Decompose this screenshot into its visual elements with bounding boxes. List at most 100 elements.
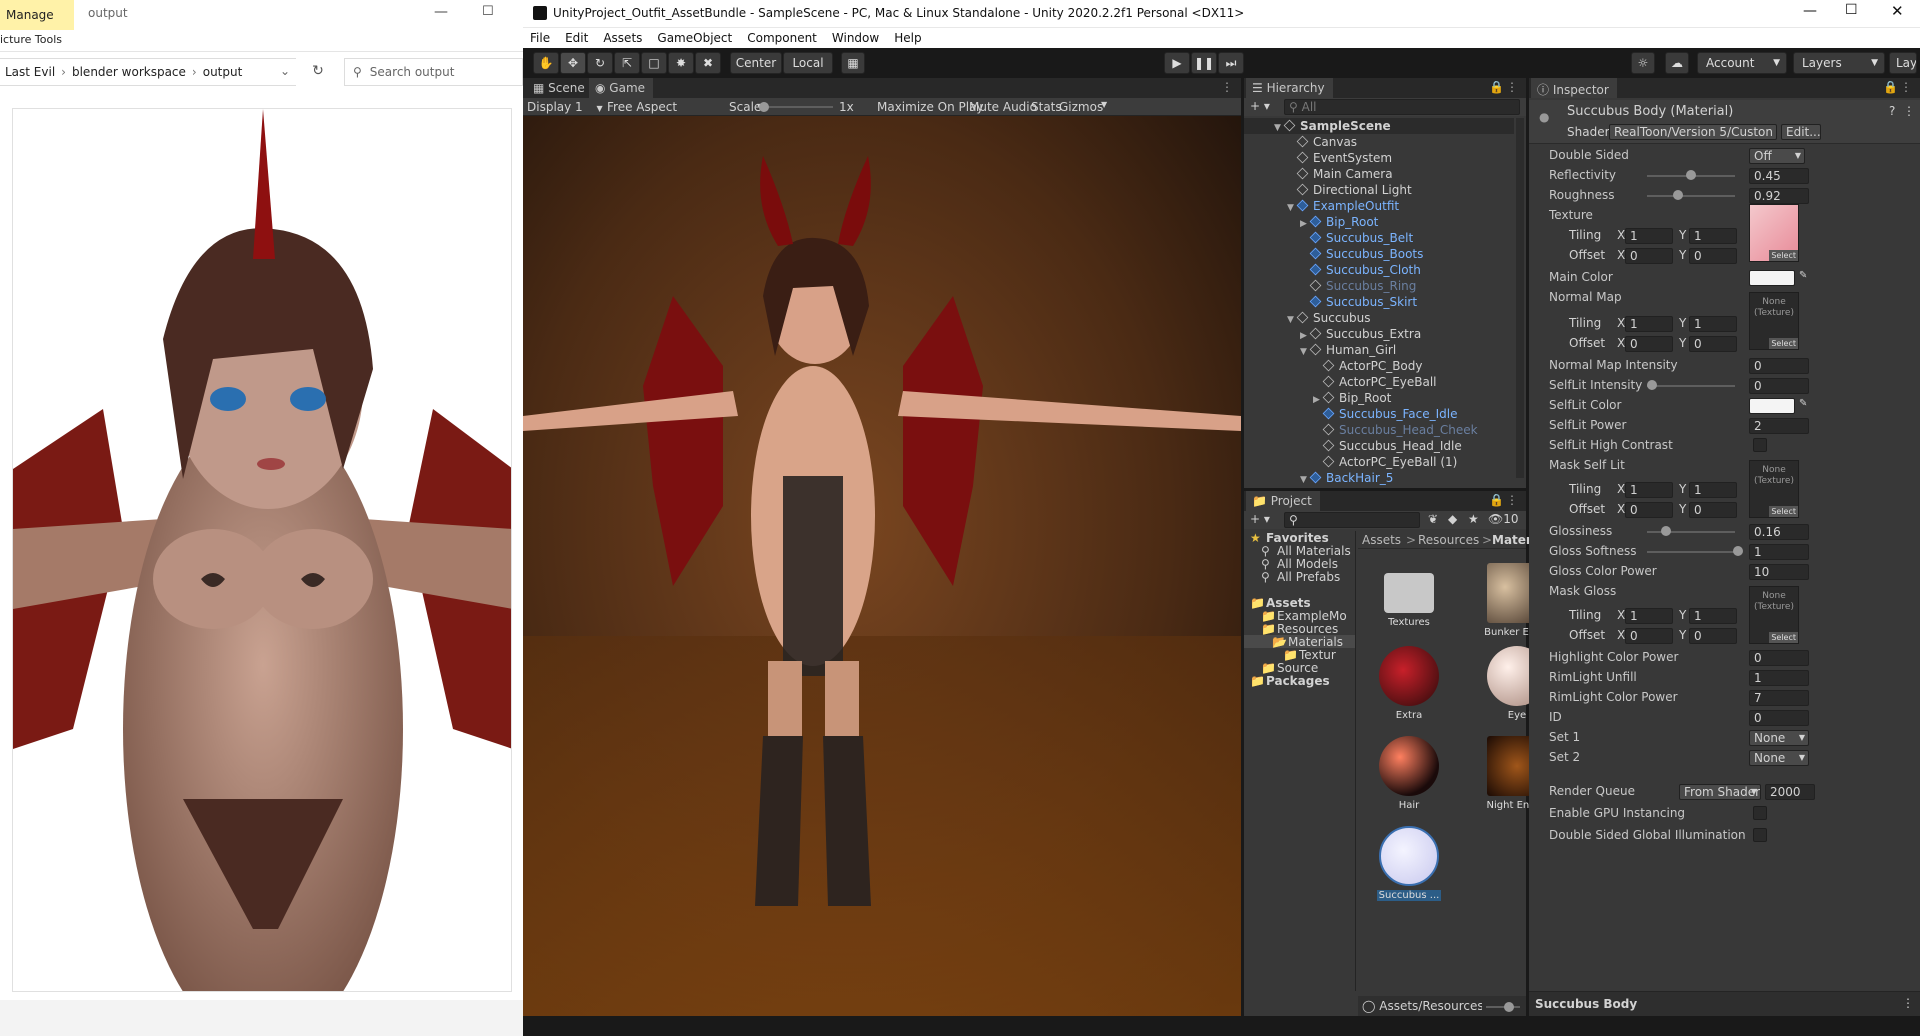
dropdown[interactable]: None ▼ [1749,730,1809,746]
hierarchy-item[interactable]: ▼ Succubus [1244,310,1514,326]
slider-knob[interactable] [1660,526,1671,536]
tiling-x-field[interactable]: 1 [1625,228,1673,244]
search-input[interactable]: ⚲ Search output [344,58,523,86]
hierarchy-item[interactable]: ▶ Bip_Root [1244,214,1514,230]
project-tree-item[interactable]: 📁 Assets [1244,596,1355,610]
hierarchy-item[interactable]: Succubus_Cloth [1244,262,1514,278]
breadcrumb-item[interactable]: Last Evil [5,65,55,79]
scale-tool-icon[interactable]: ⇱ [614,52,640,74]
project-tree-item[interactable]: 📁 ExampleMo [1244,609,1355,623]
tab-game[interactable]: ◉ Game [589,78,654,98]
expand-arrow-icon[interactable]: ▼ [1300,475,1310,485]
tiling-y-field[interactable]: 1 [1689,316,1737,332]
select-button[interactable]: Select [1769,506,1798,517]
project-tree-item[interactable]: 📁 Packages [1244,674,1355,688]
texture-slot[interactable]: None (Texture) Select [1749,460,1799,518]
slider-track[interactable] [1647,385,1735,387]
dropdown[interactable]: Off ▼ [1749,148,1805,164]
icon-size-slider[interactable] [1486,1006,1520,1008]
custom-tool-icon[interactable]: ✖ [695,52,721,74]
filter-type-icon[interactable]: ❦ [1428,512,1438,526]
checkbox[interactable] [1753,828,1767,842]
hidden-packages-icon[interactable]: 👁10 [1488,512,1519,526]
more-options-icon[interactable]: ⋮ [1506,80,1518,94]
expand-arrow-icon[interactable]: ▼ [1300,347,1310,357]
hierarchy-item[interactable]: ActorPC_EyeBall [1244,374,1514,390]
hand-tool-icon[interactable]: ✋ [533,52,559,74]
breadcrumb-item[interactable]: Resources [1418,533,1479,547]
transform-tool-icon[interactable]: ✸ [668,52,694,74]
minimize-icon[interactable]: — [434,4,448,20]
menu-edit[interactable]: Edit [565,31,588,45]
offset-x-field[interactable]: 0 [1625,502,1673,518]
color-swatch[interactable] [1749,270,1795,286]
hierarchy-item[interactable]: Succubus_Ring [1244,278,1514,294]
stats-toggle[interactable]: Stats [1031,100,1062,114]
tab-manage[interactable]: Manage [0,0,74,30]
move-tool-icon[interactable]: ✥ [560,52,586,74]
menu-file[interactable]: File [530,31,550,45]
scale-slider[interactable] [763,106,833,108]
hierarchy-item[interactable]: ▼ Human_Girl [1244,342,1514,358]
select-button[interactable]: Select [1769,338,1798,349]
menu-component[interactable]: Component [747,31,817,45]
checkbox[interactable] [1753,806,1767,820]
tiling-y-field[interactable]: 1 [1689,608,1737,624]
maximize-on-play-toggle[interactable]: Maximize On Play [877,100,984,114]
refresh-icon[interactable]: ↻ [300,58,336,86]
breadcrumb-item[interactable]: output [203,65,243,79]
tiling-x-field[interactable]: 1 [1625,608,1673,624]
shader-dropdown[interactable]: RealToon/Version 5/Custon [1609,124,1777,140]
project-tree-item[interactable]: 📁 Resources [1244,622,1355,636]
offset-x-field[interactable]: 0 [1625,628,1673,644]
number-field[interactable]: 0 [1749,710,1809,726]
expand-arrow-icon[interactable]: ▼ [1287,203,1297,213]
eyedropper-icon[interactable]: ✎ [1799,398,1807,409]
gizmos-toggle[interactable]: Gizmos [1059,100,1103,114]
rect-tool-icon[interactable]: □ [641,52,667,74]
shader-edit-button[interactable]: Edit... [1781,124,1821,140]
hierarchy-item[interactable]: ▶ Succubus_Extra [1244,326,1514,342]
hierarchy-item[interactable]: ▼ ExampleOutfit [1244,198,1514,214]
cloud-icon[interactable]: ☁ [1665,52,1689,74]
texture-slot[interactable]: None (Texture) Select [1749,292,1799,350]
number-field[interactable]: 0.16 [1749,524,1809,540]
hierarchy-item[interactable]: Canvas [1244,134,1514,150]
address-bar[interactable]: Last Evil › blender workspace › output ⌄ [0,58,296,86]
aspect-dropdown[interactable]: Free Aspect▼ [607,100,763,114]
menu-gameobject[interactable]: GameObject [657,31,732,45]
hierarchy-item[interactable]: ▶ Bip_Root [1244,390,1514,406]
hierarchy-item[interactable]: ▼ SampleScene [1244,118,1514,134]
chevron-down-icon[interactable]: ▼ [1101,100,1107,109]
texture-slot[interactable]: None (Texture) Select [1749,586,1799,644]
offset-y-field[interactable]: 0 [1689,336,1737,352]
tiling-x-field[interactable]: 1 [1625,316,1673,332]
expand-arrow-icon[interactable]: ▶ [1313,395,1323,405]
hierarchy-item[interactable]: Succubus_Skirt [1244,294,1514,310]
hierarchy-item[interactable]: Succubus_Head_Cheek [1244,422,1514,438]
more-options-icon[interactable]: ⋮ [1506,493,1518,507]
texture-slot[interactable]: Select [1749,204,1799,262]
expand-arrow-icon[interactable]: ▶ [1300,219,1310,229]
number-field[interactable]: 0.45 [1749,168,1809,184]
slider-knob[interactable] [1685,170,1696,180]
project-search-input[interactable]: ⚲ [1284,512,1420,528]
more-options-icon[interactable]: ⋮ [1221,80,1233,94]
maximize-icon[interactable]: ☐ [482,4,494,19]
slider-knob[interactable] [1647,380,1657,390]
pause-icon[interactable]: ❚❚ [1191,52,1217,74]
slider-track[interactable] [1647,551,1735,553]
menu-help[interactable]: Help [894,31,921,45]
hierarchy-item[interactable]: Directional Light [1244,182,1514,198]
chevron-down-icon[interactable]: ⌄ [280,64,290,78]
hierarchy-item[interactable]: Succubus_Face_Idle [1244,406,1514,422]
hierarchy-item[interactable]: Succubus_Belt [1244,230,1514,246]
breadcrumb-item[interactable]: Assets [1362,533,1401,547]
rotate-tool-icon[interactable]: ↻ [587,52,613,74]
asset-material[interactable]: Extra [1369,646,1449,721]
eyedropper-icon[interactable]: ✎ [1799,270,1807,281]
layers-dropdown[interactable]: Layers ▼ [1793,52,1885,74]
dropdown[interactable]: From Shader ▼ [1679,784,1761,800]
project-tree-item[interactable]: ★ Favorites [1244,531,1355,545]
step-icon[interactable]: ⏭ [1218,52,1244,74]
